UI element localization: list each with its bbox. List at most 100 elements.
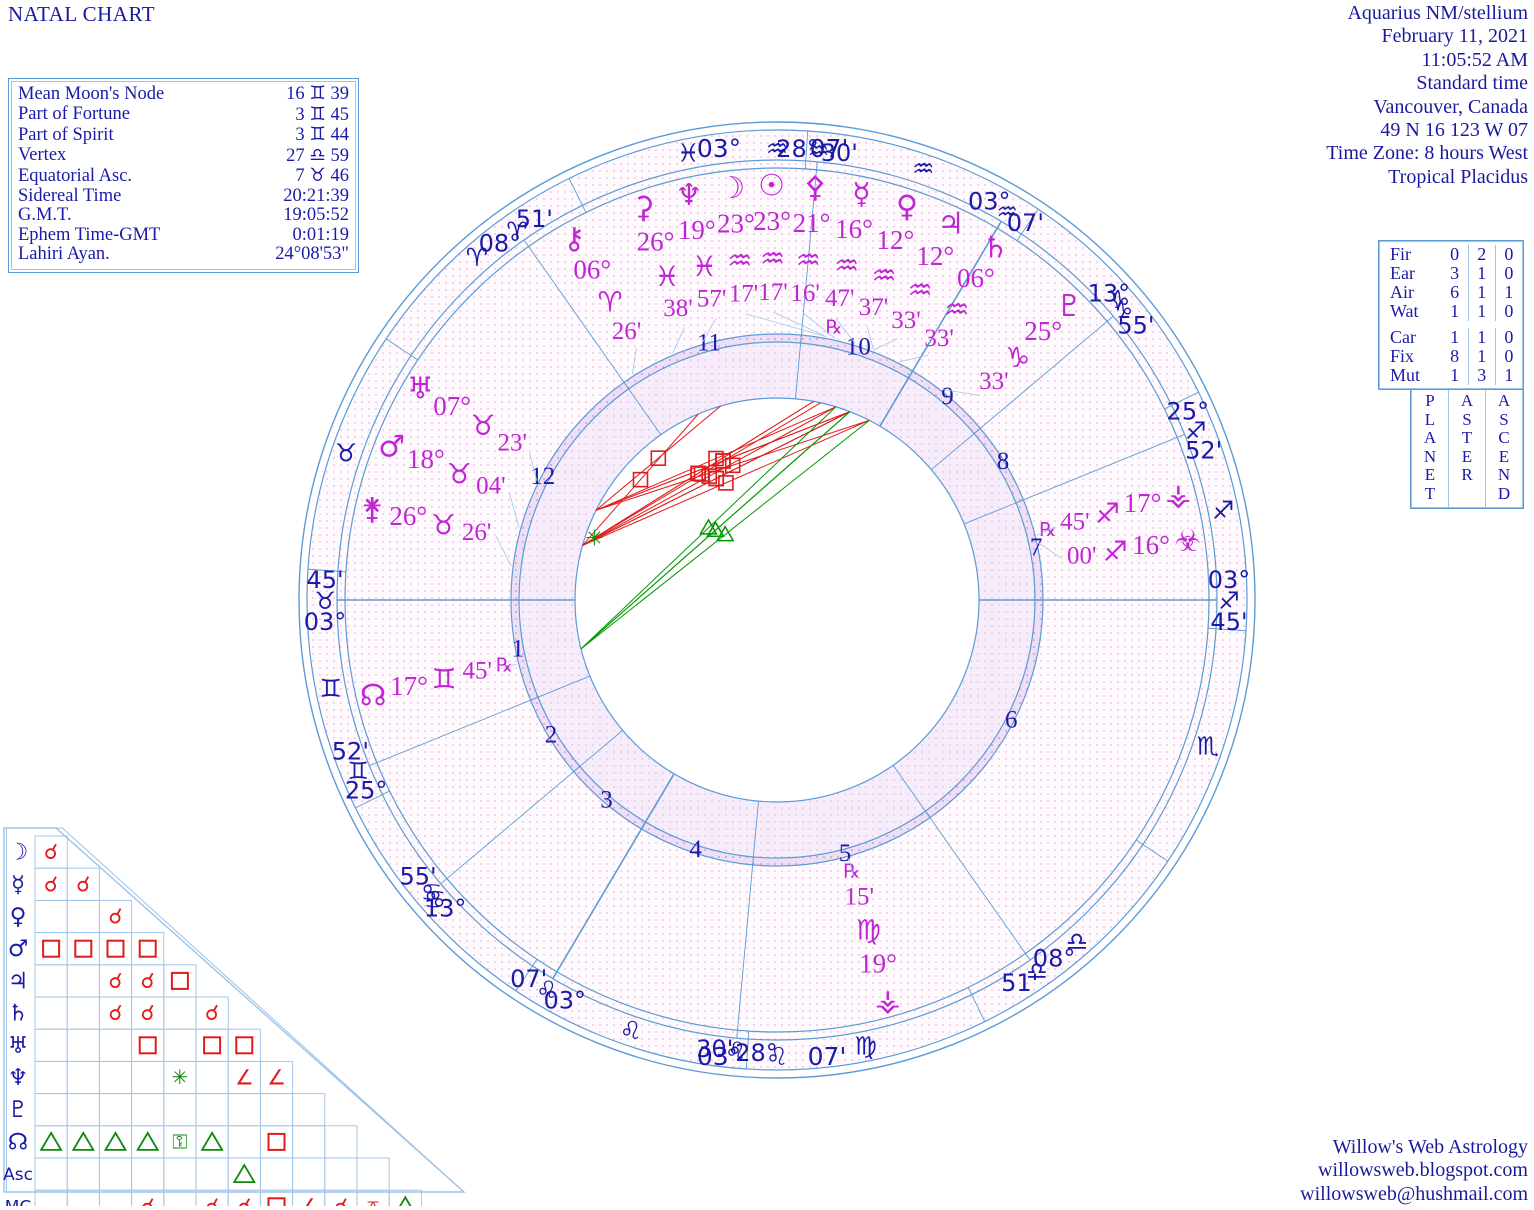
aspect-grid-cell [34, 1093, 68, 1127]
planet-degree-sun: 23° [753, 206, 791, 236]
aspect-grid-cell [163, 1157, 197, 1191]
cusp-minute-1: 45' [306, 566, 343, 594]
aspect-square [106, 939, 125, 958]
aspect-grid-cell [66, 1125, 100, 1159]
element-planet-count: 1 [1450, 301, 1460, 321]
outer-ring-sign-2: ♊ [320, 674, 342, 703]
planet-sign-uranus: ♉ [471, 409, 496, 442]
zodiac-sign-glyph: ♊ [309, 83, 326, 104]
planet-degree-moon: 23° [717, 208, 755, 238]
planet-glyph-ceres: ⚳ [633, 191, 655, 226]
planet-minute-mars: 04' [476, 473, 506, 500]
element-ascend-count: 0 [1494, 245, 1522, 264]
element-planet-count: 1 [1450, 365, 1460, 385]
aspect-conjunction: ☌ [205, 1194, 219, 1206]
aspect-semisquare: ∠ [235, 1066, 254, 1090]
aspect-grid-cell [131, 1093, 165, 1127]
element-label: Fir [1390, 244, 1412, 264]
chart-info-label: Mean Moon's Node [18, 83, 165, 104]
chart-info-label: Equatorial Asc. [18, 165, 133, 186]
planet-sign-sun: ♒ [760, 242, 785, 275]
planet-glyph-mercury: ☿ [852, 177, 870, 212]
aspect-grid-row-label: ♄ [8, 1001, 29, 1027]
planet-minute-uranus: 23' [498, 429, 528, 456]
planet-sign-pluto: ♑ [1005, 341, 1030, 374]
house-number-9: 9 [941, 383, 954, 410]
planet-degree-ceres: 26° [637, 226, 675, 256]
planet-glyph-neptune: ♆ [675, 178, 702, 213]
ic-minute: 07' [808, 1042, 847, 1071]
planet-glyph-vesta2: ⚶ [875, 983, 901, 1018]
house-number-8: 8 [997, 448, 1010, 475]
chart-info-label: Sidereal Time [18, 185, 122, 206]
aspect-square [170, 971, 189, 990]
planet-retrograde-vesta2: ℞ [843, 860, 860, 882]
cusp-minute-6: 51' [1001, 969, 1038, 997]
element-modality-table: Fir 0 2 0 Ear 3 1 0 Air 6 1 1 Wat 1 1 0 Car 1 1 0 Fix 8 1 0 Mut 1… [1378, 240, 1524, 509]
outer-ring-sign-8: ♐ [1212, 496, 1234, 525]
aspect-grid-cell [98, 932, 133, 966]
element-table-row: Fix 8 1 0 [1380, 347, 1522, 366]
planet-sign-moon: ♒ [727, 244, 752, 277]
planet-sign-vesta2: ♍ [856, 914, 881, 947]
aspect-grid-cell [259, 1125, 294, 1159]
planet-degree-mars: 18° [407, 444, 445, 474]
aspect-grid-cell [66, 1060, 100, 1095]
element-ascend-count: 1 [1494, 366, 1522, 385]
chart-header-line: Time Zone: 8 hours West [1326, 142, 1528, 165]
aspect-trine [136, 1131, 160, 1151]
cusp-minute-9: 55' [1117, 311, 1154, 339]
aspect-grid-cell [34, 1157, 68, 1191]
aspect-grid-cell [324, 1157, 358, 1191]
planet-sign-mercury: ♒ [834, 249, 859, 282]
aspect-square [203, 1036, 222, 1055]
aspect-grid-cell [131, 932, 165, 966]
planet-minute-pallas: 16' [790, 280, 820, 307]
chart-footer-line: willowsweb@hushmail.com [1300, 1182, 1528, 1205]
aspect-trine [232, 1163, 256, 1184]
chart-footer: Willow's Web Astrology willowsweb.blogspo… [1300, 1136, 1528, 1207]
aspect-square [42, 939, 61, 958]
aspect-trine [200, 1131, 224, 1151]
planet-sign-pallas: ♒ [796, 243, 821, 276]
planet-sign-vesta: ♐ [1095, 497, 1120, 530]
planet-glyph-vesta: ⚶ [1166, 478, 1192, 513]
house-number-4: 4 [689, 836, 702, 863]
chart-header-line: 11:05:52 AM [1421, 48, 1529, 71]
aspect-grid-cell [292, 1157, 326, 1191]
chart-header-line: February 11, 2021 [1381, 25, 1528, 48]
aspect-grid-cell [34, 1060, 68, 1095]
aspect-grid-row-label: ☿ [11, 872, 25, 898]
chart-footer-line: Willow's Web Astrology [1332, 1135, 1528, 1158]
planet-degree-juno: 26° [389, 501, 427, 531]
element-planet-count: 1 [1450, 327, 1460, 347]
aspect-grid-border [5, 827, 466, 1193]
aspect-grid-cell [98, 1125, 133, 1159]
chart-info-label: Vertex [18, 145, 67, 165]
planet-degree-pallas: 21° [793, 208, 831, 238]
element-table-row: Wat 1 1 0 [1380, 302, 1522, 321]
aspect-conjunction: ☌ [141, 969, 155, 993]
house-number-6: 6 [1005, 706, 1018, 733]
element-column-header: ASCEND [1485, 390, 1522, 507]
planet-glyph-pallas: ⚴ [804, 170, 826, 205]
aspect-grid-cell [131, 1060, 165, 1095]
page-title: NATAL CHART [8, 2, 156, 26]
planet-sign-jupiter: ♒ [908, 273, 933, 306]
aspect-grid-cell [34, 1125, 68, 1159]
aspect-grid-cell [292, 1125, 326, 1159]
planet-degree-saturn: 06° [957, 263, 995, 293]
aspect-square [267, 1132, 286, 1151]
planet-minute-chiron: 26' [612, 318, 642, 345]
cusp-minute-7: 45' [1210, 608, 1247, 636]
aspect-grid-cell [98, 1060, 133, 1095]
aspect-grid-cell [66, 1093, 100, 1127]
planet-glyph-north-node: ☊ [360, 679, 387, 714]
element-aster-count: 1 [1467, 347, 1496, 366]
planet-sign-neptune: ♓ [692, 250, 717, 283]
aspect-sesquiquadrate: ⚿ [172, 1129, 187, 1153]
aspect-square [267, 1197, 286, 1206]
element-planet-count: 8 [1450, 346, 1460, 366]
aspect-grid-cell [195, 1060, 229, 1095]
element-planet-count: 3 [1450, 263, 1460, 283]
